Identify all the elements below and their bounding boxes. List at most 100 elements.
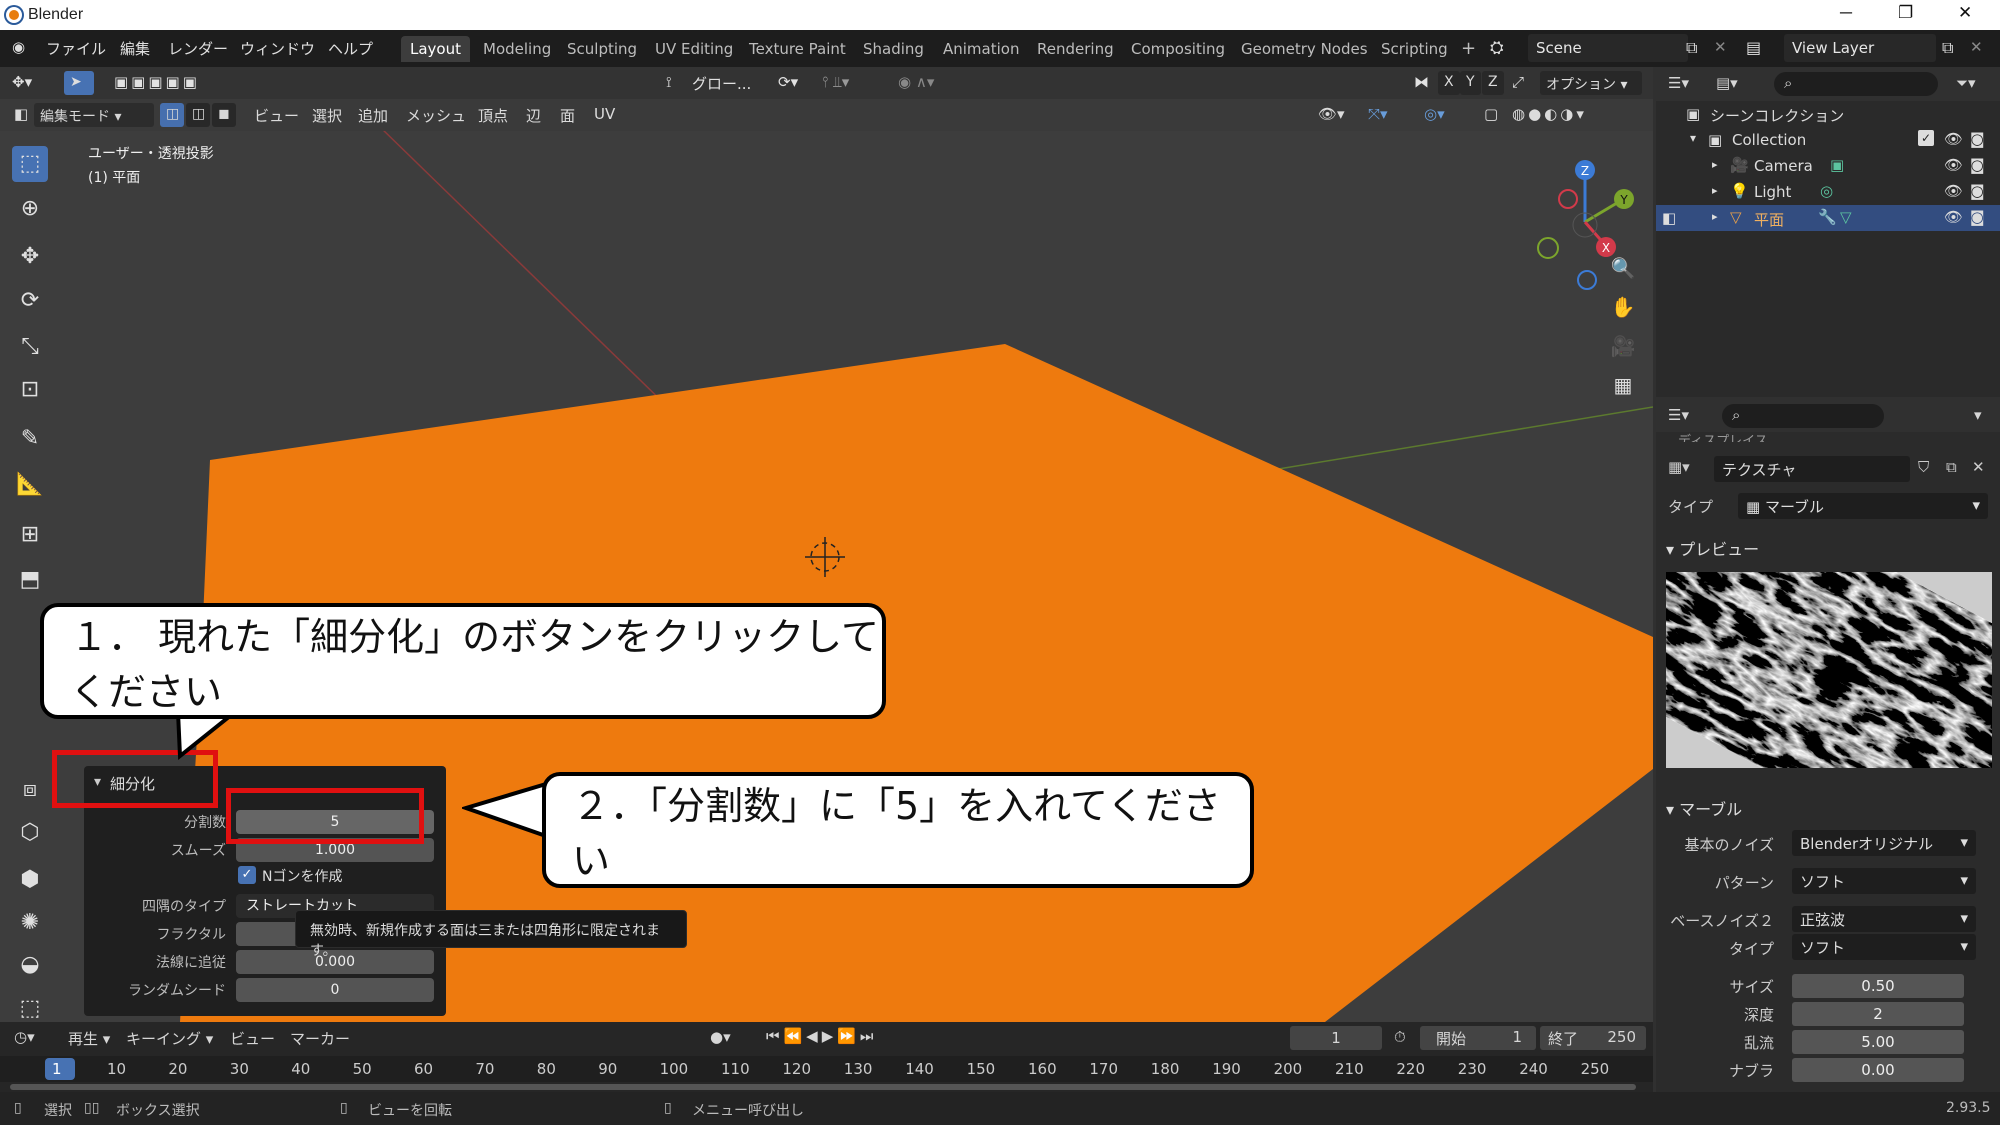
expand-icon[interactable]: ▸ (1712, 210, 1718, 223)
tab-texture-paint[interactable]: Texture Paint (740, 36, 855, 62)
display-mode-icon[interactable]: ▤▾ (1716, 74, 1738, 92)
new-view-layer-icon[interactable]: ⧉ (1942, 38, 1953, 58)
select-mode-icons[interactable]: ▣▣▣▣▣ (114, 73, 200, 91)
select-tool-icon[interactable]: ➤ (64, 71, 94, 95)
tab-layout[interactable]: Layout (401, 36, 470, 62)
knife-tool-icon[interactable]: ⬡ (12, 815, 48, 851)
close-window-icon[interactable]: ✕ (1958, 3, 1972, 23)
modifier-wrench-icon[interactable]: 🔧 (1818, 208, 1837, 226)
menu-add[interactable]: 追加 (358, 105, 388, 126)
unlink-icon[interactable]: ✕ (1972, 458, 1985, 476)
auto-key-icon[interactable]: ●▾ (710, 1028, 731, 1046)
noise-basis-2-dropdown[interactable]: 正弦波 ▾ (1792, 906, 1976, 932)
loop-cut-tool-icon[interactable]: ⧈ (12, 772, 48, 808)
scale-tool-icon[interactable]: ⤡ (12, 329, 48, 365)
cursor-tool-icon[interactable]: ⊕ (12, 191, 48, 227)
auto-merge-icon[interactable]: ⤢ (1512, 73, 1524, 91)
noise-type-dropdown[interactable]: ソフト ▾ (1792, 934, 1976, 960)
camera-data-icon[interactable]: ▣ (1830, 156, 1844, 174)
menu-file[interactable]: ファイル (46, 38, 106, 59)
extrude-tool-icon[interactable]: ⬒ (12, 562, 48, 598)
restore-icon[interactable]: ❐ (1898, 3, 1913, 23)
eye-icon[interactable]: 👁 (1944, 208, 1963, 226)
menu-window[interactable]: ウィンドウ (240, 38, 315, 59)
nabla-field[interactable]: 0.00 (1792, 1058, 1964, 1082)
camera-view-icon[interactable]: 🎥 (1606, 329, 1640, 363)
texture-type-dropdown[interactable]: ▦ マーブル ▾ (1738, 493, 1988, 519)
eye-icon[interactable]: 👁 (1944, 182, 1963, 200)
depth-field[interactable]: 2 (1792, 1002, 1964, 1026)
delete-view-layer-icon[interactable]: ✕ (1970, 38, 1983, 56)
marble-section-header[interactable]: ▾ マーブル (1666, 796, 1742, 820)
outliner-search-input[interactable]: ⌕ (1774, 72, 1938, 96)
eye-icon[interactable]: 👁 (1944, 130, 1963, 148)
preview-section-header[interactable]: ▾ プレビュー (1666, 536, 1759, 560)
tab-scripting[interactable]: Scripting (1372, 36, 1457, 62)
tab-geometry-nodes[interactable]: Geometry Nodes (1232, 36, 1377, 62)
outliner-item-plane[interactable]: ◧ ▸ ▽ 平面 🔧 ▽ 👁 ◙ (1656, 205, 2000, 231)
select-box-tool-icon[interactable]: ⬚ (12, 146, 48, 182)
vertex-select-icon[interactable]: ◫ (160, 103, 184, 127)
xray-icon[interactable]: ▢ (1484, 105, 1498, 123)
minimize-icon[interactable]: ─ (1840, 3, 1852, 23)
outliner-collection[interactable]: ▾ ▣ Collection ✓ 👁 ◙ (1656, 127, 2000, 153)
timeline-menu-marker[interactable]: マーカー (290, 1028, 350, 1049)
noise-basis-dropdown[interactable]: Blenderオリジナル ▾ (1792, 830, 1976, 856)
mirror-icon[interactable]: ⧓ (1414, 73, 1429, 91)
start-frame-field[interactable]: 開始 1 (1420, 1026, 1536, 1050)
timeline-menu-playback[interactable]: 再生 ▾ (68, 1028, 110, 1049)
create-ngons-checkbox[interactable]: ✓ (238, 866, 256, 884)
outliner-item-camera[interactable]: ▸ 🎥 Camera ▣ 👁 ◙ (1656, 153, 2000, 179)
measure-tool-icon[interactable]: 📐 (12, 467, 48, 503)
random-seed-field[interactable]: 0 (236, 978, 434, 1002)
menu-select[interactable]: 選択 (312, 105, 342, 126)
axis-x-toggle[interactable]: X (1438, 71, 1460, 95)
pattern-dropdown[interactable]: ソフト ▾ (1792, 868, 1976, 894)
add-workspace-icon[interactable]: + (1452, 34, 1485, 60)
transform-orientation-icon[interactable]: ⟟ (666, 73, 672, 91)
spin-tool-icon[interactable]: ✺ (12, 905, 48, 941)
proportional-edit-icon[interactable]: ◉ ∧▾ (898, 73, 934, 91)
view-layer-selector[interactable]: View Layer (1784, 34, 1936, 62)
annotate-tool-icon[interactable]: ✎ (12, 421, 48, 457)
transform-orientation[interactable]: グロー... (692, 73, 751, 94)
tab-modeling[interactable]: Modeling (474, 36, 560, 62)
tab-sculpting[interactable]: Sculpting (558, 36, 646, 62)
add-cube-tool-icon[interactable]: ⊞ (12, 517, 48, 553)
poly-build-tool-icon[interactable]: ⬢ (12, 862, 48, 898)
menu-view[interactable]: ビュー (254, 105, 299, 126)
menu-render[interactable]: レンダー (168, 38, 228, 59)
shear-tool-icon[interactable]: ⬚ (12, 991, 48, 1022)
timeline-menu-keying[interactable]: キーイング ▾ (126, 1028, 213, 1049)
properties-search-input[interactable]: ⌕ (1722, 404, 1884, 428)
filter-icon[interactable]: ⏷▾ (1956, 74, 1976, 92)
ortho-grid-icon[interactable]: ▦ (1606, 368, 1640, 402)
outliner-editor-icon[interactable]: ☰▾ (1668, 74, 1689, 92)
options-dropdown[interactable]: オプション ▾ (1540, 71, 1642, 95)
timeline-scrollbar[interactable] (10, 1084, 1636, 1090)
menu-vertex[interactable]: 頂点 (478, 105, 508, 126)
camera-render-icon[interactable]: ◙ (1970, 156, 1985, 174)
tab-rendering[interactable]: Rendering (1028, 36, 1123, 62)
menu-uv[interactable]: UV (594, 105, 615, 123)
view-layer-icon[interactable]: ▤ (1746, 38, 1761, 57)
menu-help[interactable]: ヘルプ (328, 38, 373, 59)
tab-uv-editing[interactable]: UV Editing (646, 36, 742, 62)
delete-scene-icon[interactable]: ✕ (1714, 38, 1727, 56)
editor-type-icon[interactable]: ✥▾ (12, 73, 32, 91)
expand-icon[interactable]: ▸ (1712, 158, 1718, 171)
menu-mesh[interactable]: メッシュ (406, 105, 466, 126)
turbulence-field[interactable]: 5.00 (1792, 1030, 1964, 1054)
menu-edge[interactable]: 辺 (526, 105, 541, 126)
options-chevron-icon[interactable]: ▾ (1974, 406, 1982, 424)
camera-render-icon[interactable]: ◙ (1970, 182, 1985, 200)
fake-user-icon[interactable]: ⛉ (1918, 458, 1929, 476)
duplicate-icon[interactable]: ⧉ (1946, 458, 1957, 476)
current-frame-field[interactable]: 1 (1290, 1026, 1382, 1050)
visibility-icon[interactable]: 👁▾ (1318, 105, 1345, 123)
preview-range-icon[interactable]: ⏱ (1394, 1028, 1406, 1046)
tab-shading[interactable]: Shading (854, 36, 933, 62)
smooth-tool-icon[interactable]: ◒ (12, 947, 48, 983)
expand-icon[interactable]: ▾ (1690, 131, 1696, 145)
timeline-editor-icon[interactable]: ◷▾ (14, 1028, 35, 1046)
